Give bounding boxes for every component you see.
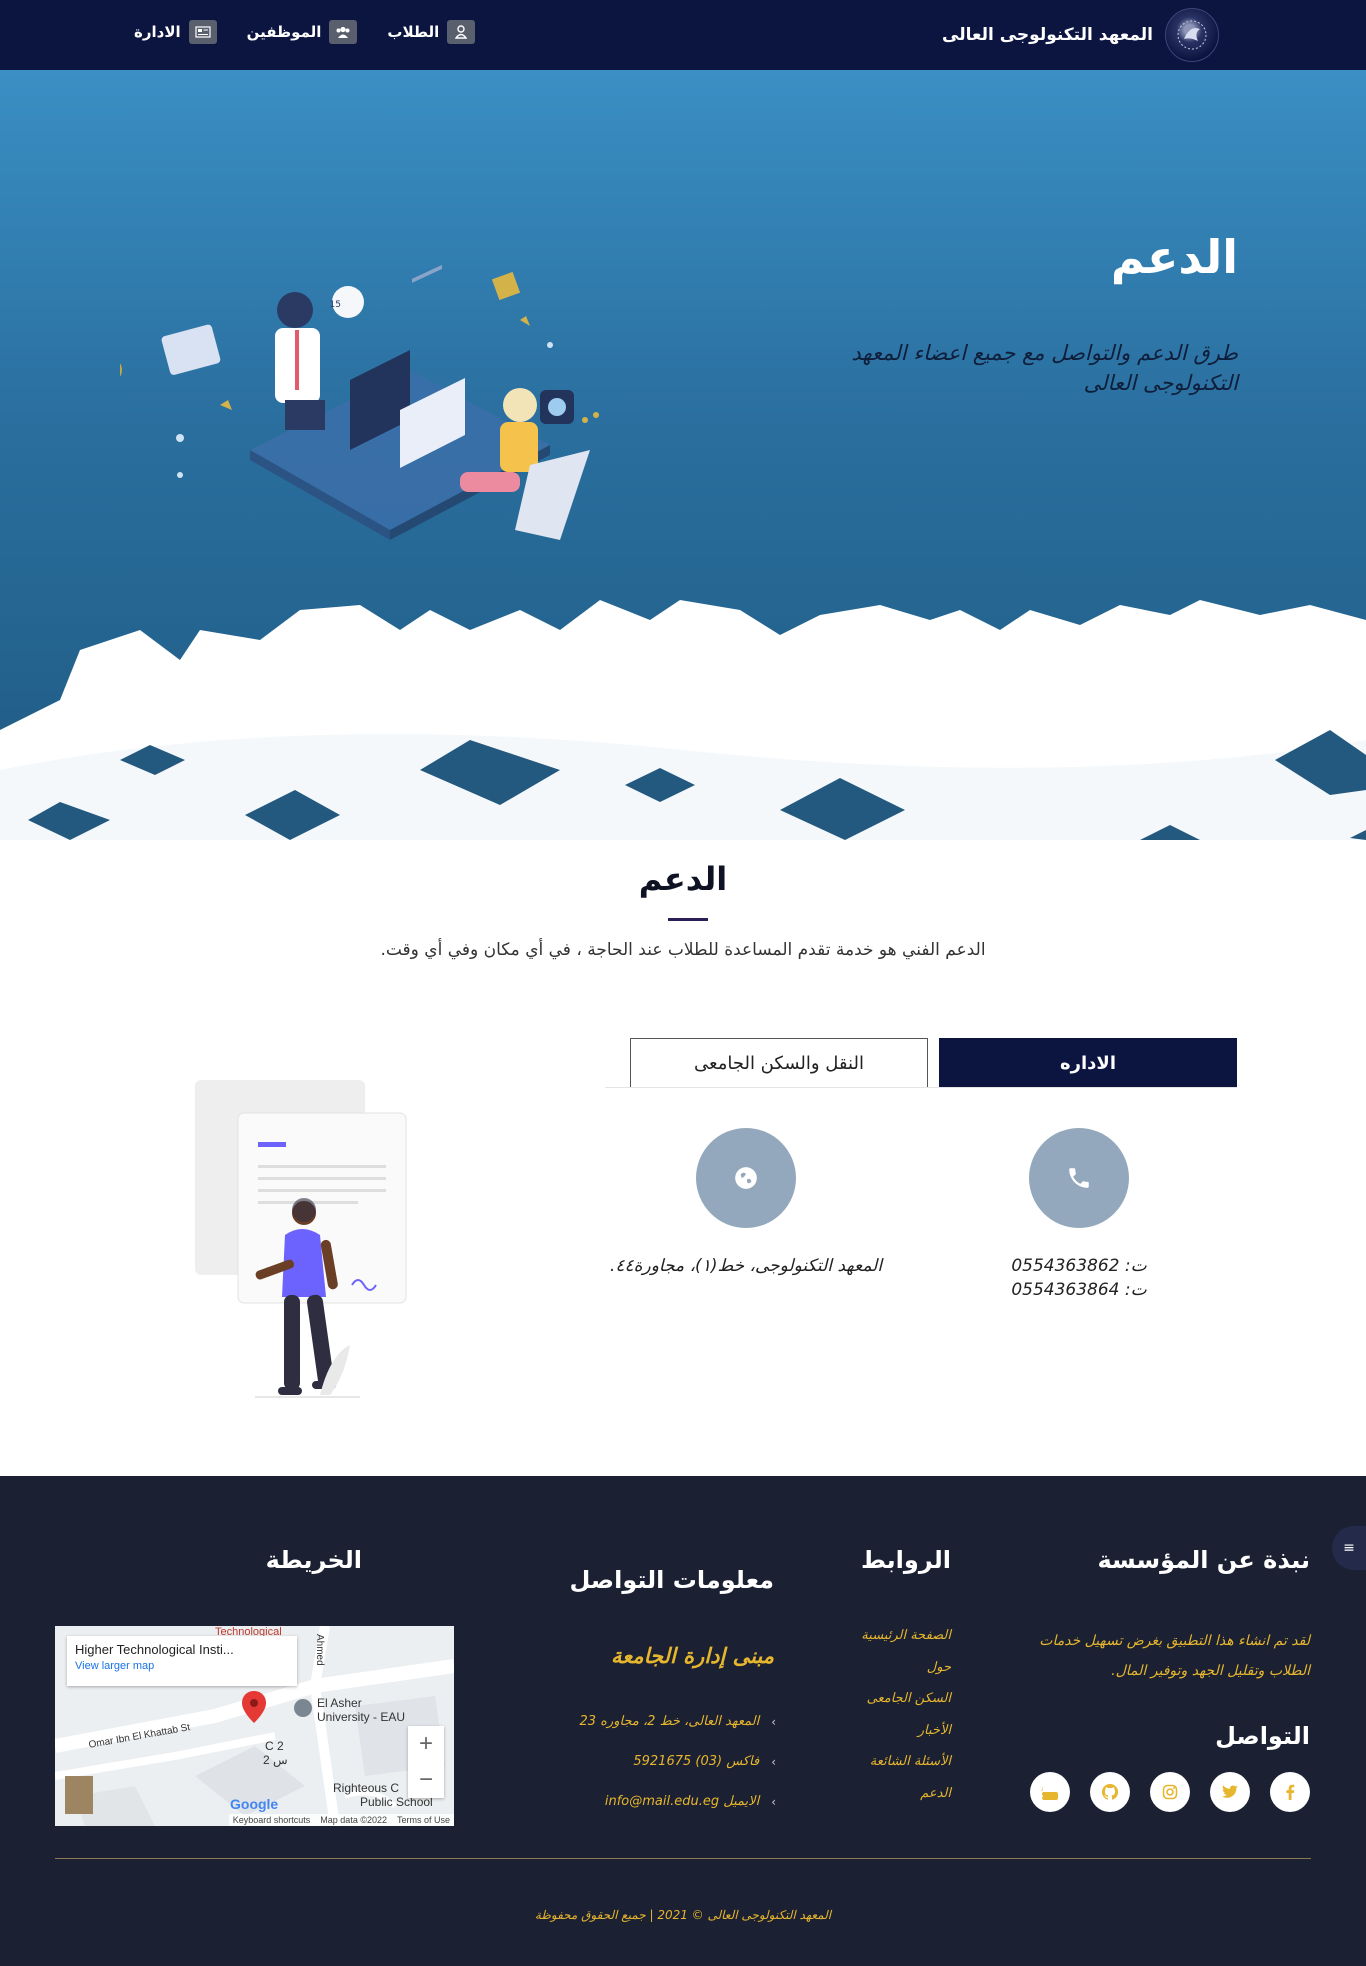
keyboard-shortcuts-link[interactable]: Keyboard shortcuts	[233, 1815, 311, 1825]
brand[interactable]: المعهد التكنولوجى العالى	[942, 6, 1219, 64]
title-underline	[668, 918, 708, 921]
id-card-icon	[188, 20, 217, 44]
footer-map-title: الخريطة	[265, 1546, 362, 1574]
twitter-icon[interactable]	[1210, 1772, 1250, 1812]
map-attribution: Keyboard shortcuts Map data ©2022 Terms …	[228, 1814, 454, 1826]
google-logo-text: Google	[230, 1796, 279, 1812]
nav-admin-label: الادارة	[134, 23, 181, 41]
chevron-left-icon: ›	[771, 1715, 776, 1729]
map-data-label: Map data ©2022	[320, 1815, 387, 1825]
globe-icon	[696, 1128, 796, 1228]
terms-link[interactable]: Terms of Use	[397, 1815, 450, 1825]
footer-link-faq[interactable]: الأسئلة الشائعة	[861, 1752, 951, 1784]
hero-subtitle: طرق الدعم والتواصل مع جميع اعضاء المعهد …	[851, 341, 1238, 395]
tab-administration[interactable]: الاداره	[939, 1038, 1237, 1088]
footer-divider	[55, 1858, 1311, 1859]
tabs-divider	[605, 1087, 1237, 1088]
zoom-out-button[interactable]: −	[408, 1762, 444, 1798]
footer-contact-title: معلومات التواصل	[569, 1566, 774, 1594]
svg-text:You: You	[1041, 1786, 1043, 1793]
youtube-icon[interactable]: YouTube	[1030, 1772, 1070, 1812]
tab-transport-housing[interactable]: النقل والسكن الجامعى	[630, 1038, 928, 1088]
phone-contact-card: ت: 0554363862 ت: 0554363864	[929, 1128, 1229, 1302]
top-navbar: المعهد التكنولوجى العالى الطلاب الموظفين…	[0, 0, 1366, 70]
zoom-in-button[interactable]: +	[408, 1726, 444, 1762]
facebook-icon[interactable]	[1270, 1772, 1310, 1812]
footer-link-housing[interactable]: السكن الجامعى	[861, 1689, 951, 1721]
footer-about-title: نبذة عن المؤسسة	[1097, 1546, 1311, 1574]
footer-link-support[interactable]: الدعم	[861, 1784, 951, 1816]
copyright-text: المعهد التكنولوجى العالى © 2021 | جميع ا…	[534, 1908, 832, 1922]
map-poi-university: El Asher	[317, 1696, 362, 1710]
address-contact-card: المعهد التكنولوجى، خط(١)، مجاورة٤٤.	[596, 1128, 896, 1278]
hero-waves	[0, 600, 1366, 840]
phone-icon	[1029, 1128, 1129, 1228]
map-poi-university-2: University - EAU	[317, 1710, 406, 1724]
footer-contact-building: مبنى إدارة الجامعة	[610, 1644, 774, 1668]
phone-line-2: ت: 0554363864	[1011, 1280, 1147, 1300]
phone-line-1: ت: 0554363862	[1011, 1256, 1147, 1276]
social-links: YouTube	[1030, 1772, 1310, 1812]
footer-social-title: التواصل	[1215, 1722, 1310, 1750]
svg-text:Tube: Tube	[1041, 1794, 1044, 1801]
nav-admin[interactable]: الادارة	[134, 20, 217, 44]
nav-staff[interactable]: الموظفين	[247, 20, 358, 44]
map-place-card: Higher Technological Insti... View large…	[67, 1636, 297, 1686]
brand-logo	[1165, 8, 1219, 62]
hero-banner: الدعم طرق الدعم والتواصل مع جميع اعضاء ا…	[0, 70, 1366, 840]
footer-contact-list: › المعهد العالى، خط 2، مجاوره 23 › فاكس (0…	[579, 1702, 776, 1822]
side-menu-toggle[interactable]: ≡	[1332, 1526, 1366, 1570]
contact-email[interactable]: › الايميل info@mail.edu.eg	[579, 1782, 776, 1822]
contact-email-text: الايميل info@mail.edu.eg	[604, 1794, 760, 1809]
nav-staff-label: الموظفين	[246, 23, 322, 41]
address-text: المعهد التكنولوجى، خط(١)، مجاورة٤٤.	[609, 1256, 883, 1276]
map-zoom-controls: + −	[408, 1726, 444, 1798]
embedded-map[interactable]: Technological Ahmed El Asher University …	[55, 1626, 454, 1826]
map-block-label: C 2	[265, 1739, 284, 1753]
view-larger-map-link[interactable]: View larger map	[75, 1660, 289, 1672]
footer-link-home[interactable]: الصفحة الرئيسية	[861, 1626, 951, 1658]
map-place-name: Higher Technological Insti...	[75, 1642, 234, 1657]
nav-students[interactable]: الطلاب	[387, 20, 476, 44]
footer-links: الصفحة الرئيسية حول السكن الجامعى الأخبا…	[861, 1626, 951, 1815]
brand-title: المعهد التكنولوجى العالى	[942, 25, 1153, 45]
map-poi-school: Righteous C	[333, 1781, 400, 1795]
chevron-left-icon: ›	[771, 1755, 776, 1769]
contact-address-text: المعهد العالى، خط 2، مجاوره 23	[579, 1714, 760, 1729]
svg-text:15: 15	[330, 300, 341, 310]
footer: ≡ نبذة عن المؤسسة لقد تم انشاء هذا التطب…	[0, 1476, 1366, 1966]
nav-students-label: الطلاب	[387, 23, 440, 41]
support-section-title: الدعم	[638, 860, 728, 898]
support-description: الدعم الفني هو خدمة تقدم المساعدة للطلاب…	[380, 940, 986, 960]
map-block-label-ar: س 2	[263, 1753, 288, 1767]
user-icon	[447, 20, 476, 44]
document-person-illustration	[195, 1080, 407, 1398]
footer-link-news[interactable]: الأخبار	[861, 1721, 951, 1753]
instagram-icon[interactable]	[1150, 1772, 1190, 1812]
map-road-right: Ahmed	[314, 1634, 325, 1666]
footer-links-title: الروابط	[860, 1546, 951, 1574]
nav-links: الطلاب الموظفين الادارة	[134, 20, 476, 44]
hero-title: الدعم	[1110, 230, 1238, 284]
support-desk-illustration: 15	[120, 264, 599, 540]
footer-about-text: لقد تم انشاء هذا التطبيق بغرض تسهيل خدما…	[1039, 1633, 1310, 1679]
contact-address: › المعهد العالى، خط 2، مجاوره 23	[579, 1702, 776, 1742]
footer-link-about[interactable]: حول	[861, 1658, 951, 1690]
users-icon	[329, 20, 358, 44]
github-icon[interactable]	[1090, 1772, 1130, 1812]
contact-fax: › فاكس (03) 5921675	[579, 1742, 776, 1782]
google-logo: Google	[230, 1796, 278, 1812]
chevron-left-icon: ›	[771, 1795, 776, 1809]
contact-fax-text: فاكس (03) 5921675	[633, 1754, 760, 1769]
